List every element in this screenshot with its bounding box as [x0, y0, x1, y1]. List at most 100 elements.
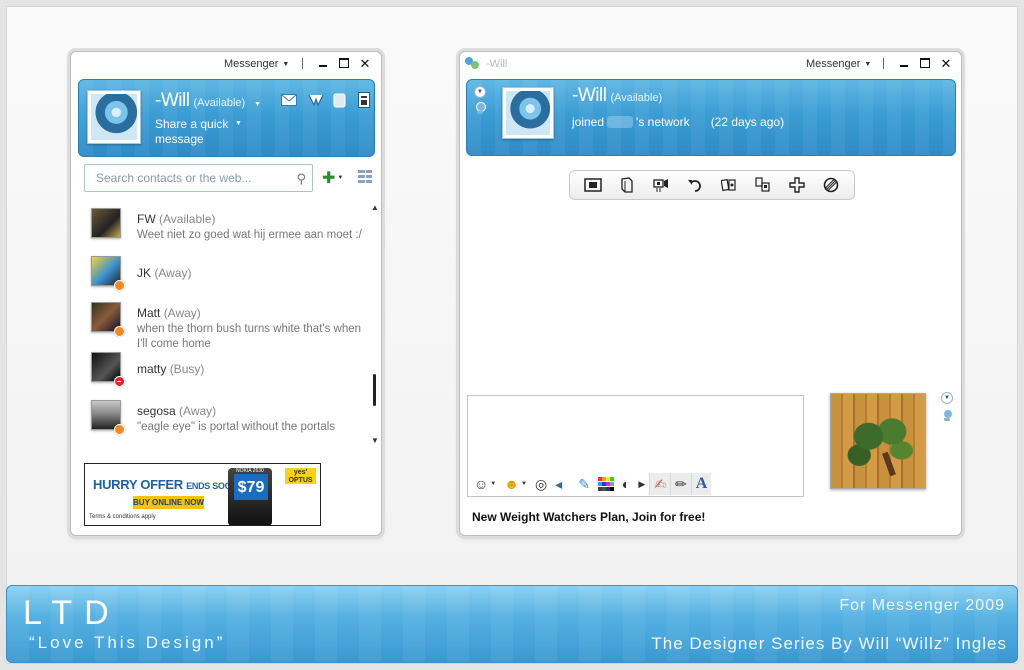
- joined-suffix: 's network: [636, 115, 690, 129]
- ad-headline: HURRY OFFER ENDS SOON.: [93, 477, 240, 492]
- messenger-menu-label: Messenger: [806, 58, 861, 70]
- personal-message-chevron-icon: ▼: [235, 120, 242, 127]
- user-avatar[interactable]: [87, 90, 141, 144]
- minimize-button[interactable]: [897, 56, 911, 70]
- list-item[interactable]: segosa (Away) "eagle eye" is portal with…: [79, 398, 365, 442]
- compose-toolbar: ☺ ▼ ☻ ▼ ◎ ◂ ✎ ◐ ▶ ✍ ✏ A: [468, 472, 803, 496]
- photo-share-icon[interactable]: [582, 175, 604, 195]
- chevron-down-icon: ▼: [490, 481, 497, 487]
- contact-message: Weet niet zo goed wat hij ermee aan moet…: [137, 229, 362, 241]
- video-call-icon[interactable]: [650, 175, 672, 195]
- handwriting-icon: ✍: [654, 475, 667, 492]
- contact-message: "eagle eye" is portal without the portal…: [137, 421, 336, 433]
- contact-name: segosa: [137, 404, 176, 418]
- contact-status: (Away): [163, 306, 201, 320]
- list-item[interactable]: Matt (Away) when the thorn bush turns wh…: [79, 300, 365, 350]
- joined-prefix: joined: [572, 115, 605, 129]
- emoticon-icon: ☺: [474, 476, 489, 492]
- maximize-button[interactable]: [337, 56, 351, 70]
- close-button[interactable]: ✕: [358, 56, 372, 70]
- collapse-header-button[interactable]: ▼: [474, 86, 486, 98]
- ltd-tagline: “Love This Design”: [29, 633, 226, 652]
- palette-button[interactable]: [594, 473, 618, 495]
- contact-list: FW (Available) Weet niet zo goed wat hij…: [79, 202, 365, 448]
- ink-button[interactable]: ✎: [574, 473, 594, 495]
- pen-icon: ✏: [675, 475, 687, 492]
- favorites-icon[interactable]: [307, 91, 325, 109]
- wink-icon: ☻: [504, 476, 519, 492]
- more-button[interactable]: ▶: [634, 473, 649, 495]
- nudge-icon: ◎: [534, 475, 548, 492]
- ad-buy-button[interactable]: BUY ONLINE NOW: [133, 496, 204, 509]
- list-item[interactable]: FW (Available) Weet niet zo goed wat hij…: [79, 206, 365, 250]
- messenger-menu[interactable]: Messenger ▼: [806, 58, 871, 70]
- nudge-button[interactable]: ◎: [531, 473, 551, 495]
- mail-icon[interactable]: [280, 91, 298, 109]
- contact-name: -Will: [572, 85, 607, 106]
- emoticon-button[interactable]: ☺ ▼: [470, 473, 500, 495]
- contact-name-row: JK (Away): [137, 266, 191, 280]
- ltd-logo: LTD: [23, 594, 121, 632]
- list-view-icon[interactable]: [358, 170, 372, 184]
- menu-icon[interactable]: [355, 91, 373, 109]
- list-item[interactable]: JK (Away): [79, 254, 365, 298]
- conversation-window: -Will Messenger ▼ ✕ ▼ -Will (Available) j…: [459, 51, 962, 536]
- ad-banner[interactable]: HURRY OFFER ENDS SOON. BUY ONLINE NOW Te…: [84, 463, 321, 526]
- message-compose[interactable]: ☺ ▼ ☻ ▼ ◎ ◂ ✎ ◐ ▶ ✍ ✏ A: [467, 395, 804, 497]
- chevron-down-icon: ▼: [282, 60, 290, 68]
- search-icon[interactable]: ⚲: [296, 171, 306, 187]
- add-contact-button[interactable]: ✚ ▼: [322, 169, 348, 187]
- minimize-button[interactable]: [316, 56, 330, 70]
- contact-name: Matt: [137, 306, 161, 320]
- messenger-menu[interactable]: Messenger ▼: [224, 58, 289, 70]
- ad-terms: Terms & conditions apply: [89, 514, 156, 520]
- display-picture[interactable]: [830, 393, 926, 489]
- activities-icon[interactable]: [752, 175, 774, 195]
- user-status: (Available): [193, 97, 246, 109]
- voice-clip-button[interactable]: ◂: [551, 473, 566, 495]
- messenger-menu-label: Messenger: [224, 58, 279, 70]
- contact-status: (Busy): [169, 362, 205, 376]
- user-name-row[interactable]: -Will (Available) ▼: [155, 90, 261, 112]
- pen-button[interactable]: ✏: [670, 473, 691, 495]
- ad-brand-logo: yes' OPTUS: [285, 468, 316, 484]
- text-ad-link[interactable]: New Weight Watchers Plan, Join for free!: [472, 510, 705, 524]
- search-input[interactable]: Search contacts or the web... ⚲: [84, 164, 313, 192]
- scroll-down-button[interactable]: ▼: [371, 436, 379, 445]
- scrollbar-thumb[interactable]: [373, 374, 376, 406]
- palette-icon: [597, 477, 614, 491]
- redacted-name: [607, 116, 634, 128]
- webcam-icon[interactable]: [475, 102, 486, 116]
- contact-name: matty: [137, 362, 167, 376]
- font-button[interactable]: A: [690, 473, 712, 495]
- search-placeholder: Search contacts or the web...: [96, 171, 252, 185]
- maximize-button[interactable]: [918, 56, 932, 70]
- handwriting-button[interactable]: ✍: [649, 473, 671, 495]
- away-badge: [114, 280, 125, 291]
- sound-button[interactable]: ◐: [618, 473, 634, 495]
- messenger-logo-icon: [465, 56, 481, 72]
- avatar-picture: [506, 91, 550, 135]
- close-button[interactable]: ✕: [939, 56, 953, 70]
- wink-button[interactable]: ☻ ▼: [500, 473, 531, 495]
- personal-message-text: Share a quick message: [155, 117, 229, 146]
- chevron-down-icon: ▼: [864, 60, 872, 68]
- more-arrow-icon: ▶: [638, 478, 646, 489]
- undo-icon[interactable]: [684, 175, 706, 195]
- file-send-icon[interactable]: [616, 175, 638, 195]
- chevron-down-icon: ▼: [337, 175, 344, 181]
- contact-status: (Available): [610, 92, 663, 104]
- contact-avatar[interactable]: [502, 87, 554, 139]
- list-item[interactable]: matty (Busy): [79, 350, 365, 394]
- add-contact-icon[interactable]: [786, 175, 808, 195]
- games-icon[interactable]: [718, 175, 740, 195]
- network-info: joined 's network (22 days ago): [572, 115, 784, 129]
- scroll-up-button[interactable]: ▲: [371, 203, 379, 212]
- away-badge: [114, 424, 125, 435]
- collapse-picture-button[interactable]: ▼: [941, 392, 953, 404]
- block-icon[interactable]: [820, 175, 842, 195]
- ink-icon: ✎: [578, 475, 590, 492]
- personal-message[interactable]: Share a quick message: [155, 117, 245, 147]
- contact-card-icon[interactable]: [331, 91, 349, 109]
- webcam-icon[interactable]: [942, 409, 953, 423]
